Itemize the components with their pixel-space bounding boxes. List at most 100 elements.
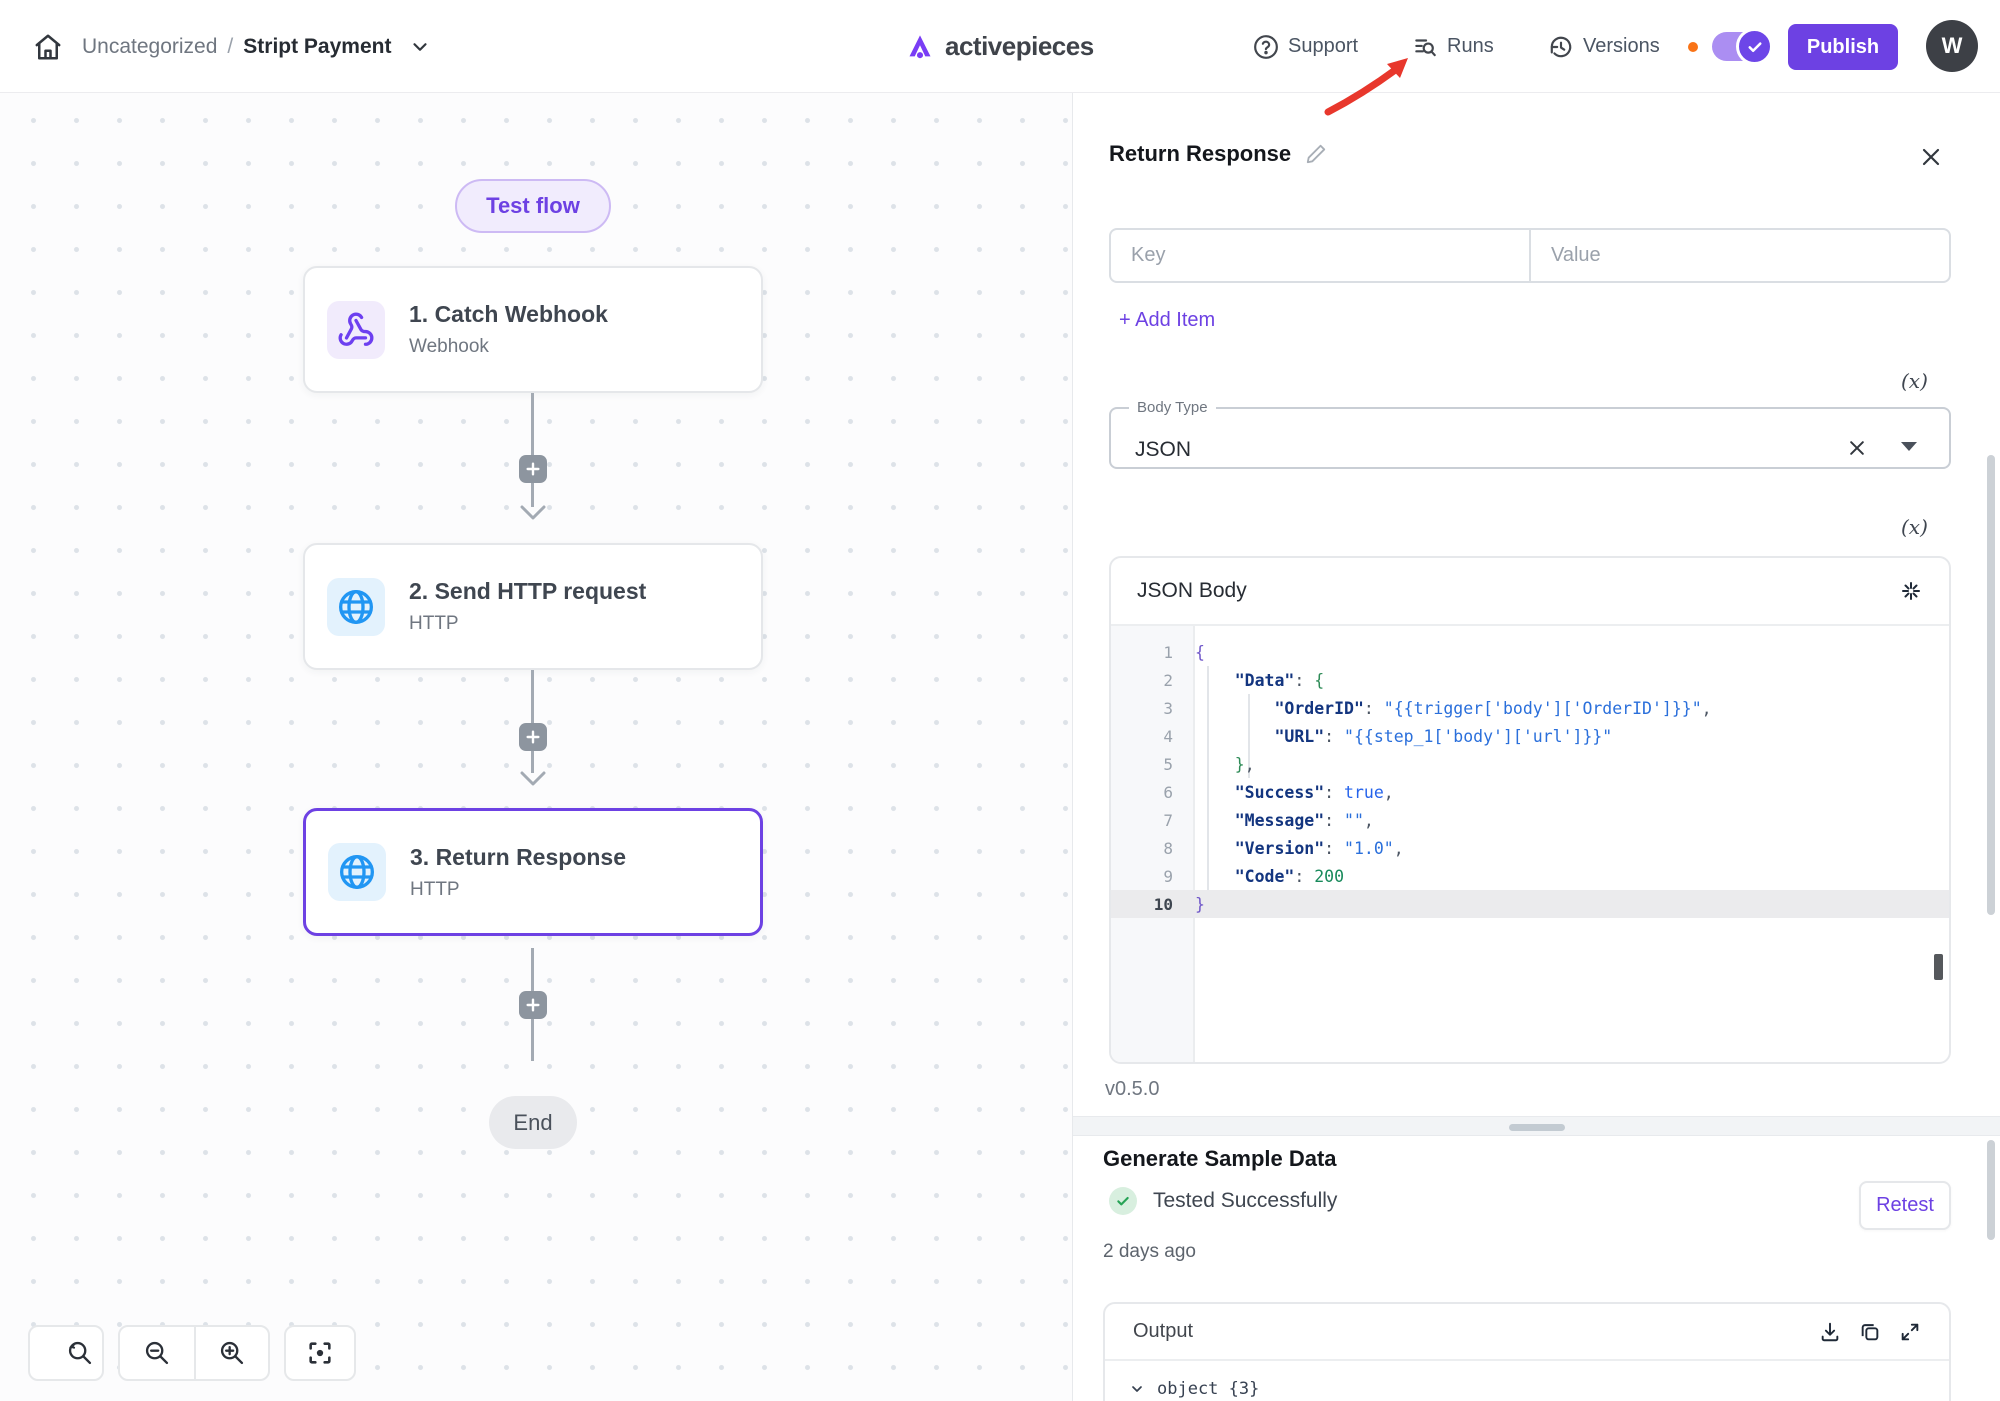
code-line[interactable]: 10} bbox=[1111, 890, 1949, 918]
step-title: 1. Catch Webhook bbox=[409, 301, 608, 328]
output-tree-row[interactable]: object {3} bbox=[1105, 1361, 1949, 1399]
step-subtitle: HTTP bbox=[410, 879, 626, 901]
connector-line bbox=[531, 751, 534, 773]
step-card-return-response[interactable]: 3. Return Response HTTP bbox=[303, 808, 763, 936]
panel-section-divider bbox=[1073, 1116, 2000, 1136]
code-line[interactable]: 8 "Version": "1.0", bbox=[1111, 834, 1949, 862]
home-icon bbox=[33, 32, 63, 62]
body-type-select[interactable]: Body Type JSON bbox=[1109, 399, 1951, 469]
panel-scrollbar-thumb[interactable] bbox=[1987, 455, 1995, 915]
zoom-in-out-group bbox=[118, 1325, 270, 1381]
zoom-reset-icon bbox=[38, 1339, 66, 1367]
code-line[interactable]: 9 "Code": 200 bbox=[1111, 862, 1949, 890]
step-subtitle: Webhook bbox=[409, 336, 608, 358]
check-icon bbox=[1115, 1193, 1131, 1209]
code-line[interactable]: 6 "Success": true, bbox=[1111, 778, 1949, 806]
clear-selection-icon[interactable] bbox=[1847, 438, 1867, 458]
json-body-title: JSON Body bbox=[1137, 579, 1247, 603]
retest-button[interactable]: Retest bbox=[1859, 1181, 1951, 1230]
globe-icon bbox=[336, 587, 376, 627]
code-line[interactable]: 3 "OrderID": "{{trigger['body']['OrderID… bbox=[1111, 694, 1949, 722]
fit-to-view-button[interactable] bbox=[284, 1325, 356, 1381]
versions-button[interactable]: Versions bbox=[1548, 0, 1660, 93]
test-flow-button[interactable]: Test flow bbox=[455, 179, 611, 233]
json-body-header: JSON Body bbox=[1111, 558, 1949, 626]
runs-button[interactable]: Runs bbox=[1412, 0, 1494, 93]
breadcrumb-flow-name[interactable]: Stript Payment bbox=[243, 35, 391, 59]
support-button[interactable]: Support bbox=[1253, 0, 1358, 93]
insert-variable-icon[interactable]: (x) bbox=[1901, 515, 1928, 539]
step-card-send-http[interactable]: 2. Send HTTP request HTTP bbox=[303, 543, 763, 670]
close-panel-button[interactable] bbox=[1919, 145, 1943, 169]
check-icon bbox=[1746, 38, 1764, 56]
copy-icon[interactable] bbox=[1859, 1321, 1881, 1343]
list-search-icon bbox=[1412, 34, 1438, 60]
divider-drag-handle[interactable] bbox=[1509, 1124, 1565, 1131]
zoom-reset-button[interactable] bbox=[28, 1325, 104, 1381]
body-type-value: JSON bbox=[1135, 438, 1191, 462]
add-step-button-2[interactable] bbox=[519, 723, 547, 751]
plus-icon bbox=[525, 461, 541, 477]
flow-canvas[interactable]: Test flow 1. Catch Webhook Webhook 2. Se… bbox=[0, 93, 1072, 1401]
zoom-out-button[interactable] bbox=[120, 1327, 194, 1379]
step-icon-box bbox=[328, 843, 386, 901]
sparkle-icon[interactable] bbox=[1899, 579, 1923, 603]
add-item-link[interactable]: + Add Item bbox=[1119, 309, 1215, 332]
chevron-down-icon bbox=[409, 36, 431, 58]
generate-sample-data-title: Generate Sample Data bbox=[1103, 1146, 1337, 1172]
panel-scrollbar-thumb[interactable] bbox=[1987, 1140, 1995, 1240]
connector-line bbox=[531, 393, 534, 455]
panel-title-row: Return Response bbox=[1109, 141, 1327, 167]
output-actions bbox=[1819, 1321, 1921, 1343]
download-icon[interactable] bbox=[1819, 1321, 1841, 1343]
output-card: Output object {3} bbox=[1103, 1302, 1951, 1401]
key-input[interactable] bbox=[1111, 230, 1529, 281]
flow-menu-button[interactable] bbox=[409, 36, 431, 58]
step-title: 3. Return Response bbox=[410, 844, 626, 871]
edit-pencil-icon[interactable] bbox=[1305, 143, 1327, 165]
step-icon-box bbox=[327, 301, 385, 359]
zoom-out-icon bbox=[143, 1339, 171, 1367]
output-header: Output bbox=[1105, 1304, 1949, 1361]
history-icon bbox=[1548, 34, 1574, 60]
code-line[interactable]: 5 }, bbox=[1111, 750, 1949, 778]
code-line[interactable]: 7 "Message": "", bbox=[1111, 806, 1949, 834]
step-title: 2. Send HTTP request bbox=[409, 578, 646, 605]
globe-icon bbox=[337, 852, 377, 892]
expand-icon[interactable] bbox=[1899, 1321, 1921, 1343]
select-caret-icon[interactable] bbox=[1901, 442, 1917, 451]
step-card-catch-webhook[interactable]: 1. Catch Webhook Webhook bbox=[303, 266, 763, 393]
flow-enabled-toggle[interactable] bbox=[1712, 32, 1770, 61]
step-icon-box bbox=[327, 578, 385, 636]
user-avatar[interactable]: W bbox=[1926, 20, 1978, 72]
code-line[interactable]: 4 "URL": "{{step_1['body']['url']}}" bbox=[1111, 722, 1949, 750]
publish-button[interactable]: Publish bbox=[1788, 24, 1898, 70]
success-check-badge bbox=[1109, 1187, 1137, 1215]
add-step-button-1[interactable] bbox=[519, 455, 547, 483]
unpublished-changes-dot bbox=[1688, 42, 1698, 52]
insert-variable-icon[interactable]: (x) bbox=[1901, 369, 1928, 393]
chevron-down-icon bbox=[1129, 1381, 1145, 1397]
home-button[interactable] bbox=[30, 29, 66, 65]
add-step-button-3[interactable] bbox=[519, 991, 547, 1019]
connector-line bbox=[531, 483, 534, 507]
zoom-in-button[interactable] bbox=[194, 1327, 268, 1379]
headers-key-value-row bbox=[1109, 228, 1951, 283]
code-line[interactable]: 2 "Data": { bbox=[1111, 666, 1949, 694]
connector-line bbox=[531, 670, 534, 723]
plus-icon bbox=[525, 729, 541, 745]
body-type-label: Body Type bbox=[1129, 399, 1216, 416]
output-tree-node: object {3} bbox=[1157, 1379, 1259, 1399]
support-label: Support bbox=[1288, 35, 1358, 58]
zoom-in-icon bbox=[218, 1339, 246, 1367]
help-circle-icon bbox=[1253, 34, 1279, 60]
toggle-knob bbox=[1736, 28, 1773, 65]
code-line[interactable]: 1{ bbox=[1111, 638, 1949, 666]
editor-scrollbar-thumb[interactable] bbox=[1934, 954, 1943, 980]
value-input[interactable] bbox=[1531, 230, 1949, 281]
piece-version-label: v0.5.0 bbox=[1105, 1078, 1159, 1101]
runs-label: Runs bbox=[1447, 35, 1494, 58]
fit-to-view-icon bbox=[306, 1339, 334, 1367]
code-editor-area[interactable]: 1{2 "Data": {3 "OrderID": "{{trigger['bo… bbox=[1111, 626, 1949, 1064]
breadcrumb-category[interactable]: Uncategorized bbox=[82, 35, 217, 59]
